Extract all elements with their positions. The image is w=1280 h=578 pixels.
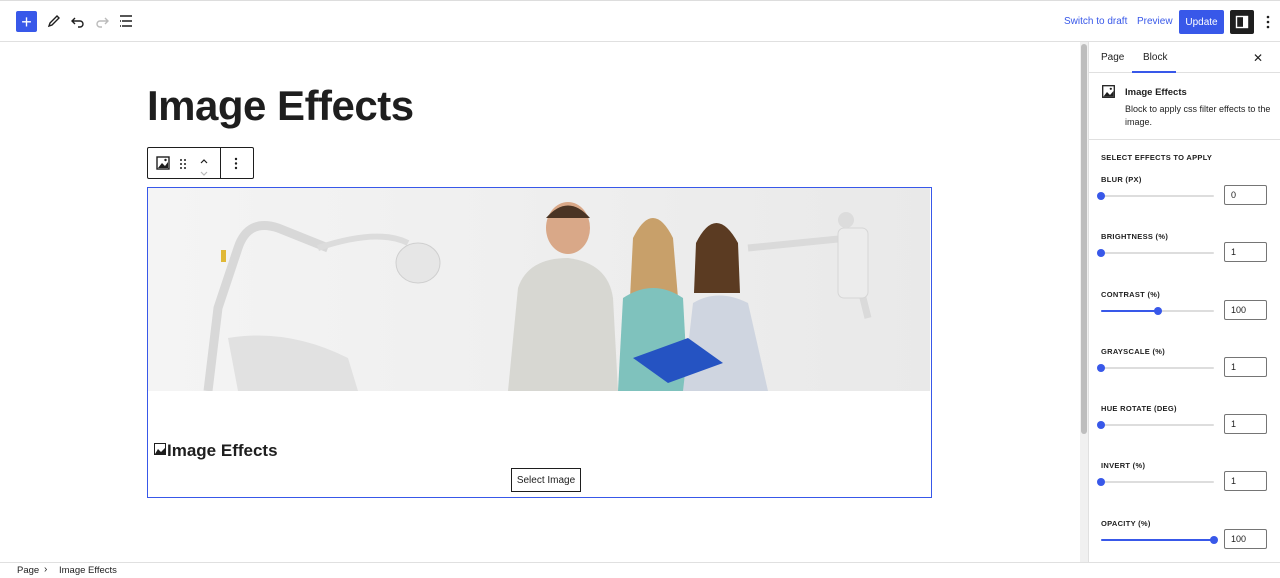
- undo-button[interactable]: [66, 9, 90, 33]
- block-image: [148, 188, 930, 391]
- effects-section-label: SELECT EFFECTS TO APPLY: [1101, 153, 1213, 162]
- chevron-up-icon: [200, 159, 208, 164]
- more-vertical-icon: [1266, 15, 1270, 29]
- settings-toggle-button[interactable]: [1230, 10, 1254, 34]
- drag-handle[interactable]: [179, 157, 187, 175]
- post-title[interactable]: Image Effects: [147, 82, 414, 130]
- hue-rotate-deg-input[interactable]: 1: [1224, 414, 1267, 434]
- grayscale-input[interactable]: 1: [1224, 357, 1267, 377]
- block-card-description: Block to apply css filter effects to the…: [1125, 104, 1271, 127]
- opacity-label: OPACITY (%): [1101, 519, 1151, 528]
- grayscale-label: GRAYSCALE (%): [1101, 347, 1166, 356]
- image-block-icon: [156, 156, 170, 170]
- contrast-input[interactable]: 100: [1224, 300, 1267, 320]
- chevron-down-icon: [200, 171, 208, 176]
- tab-block[interactable]: Block: [1143, 52, 1167, 63]
- opacity-slider[interactable]: [1101, 536, 1218, 544]
- brightness-input[interactable]: 1: [1224, 242, 1267, 262]
- move-down-button[interactable]: [199, 165, 209, 183]
- contrast-label: CONTRAST (%): [1101, 290, 1161, 299]
- redo-button[interactable]: [90, 9, 114, 33]
- settings-sidebar: Page Block ✕ Image Effects Block to appl…: [1088, 42, 1280, 562]
- close-sidebar-button[interactable]: ✕: [1253, 51, 1263, 65]
- hue-rotate-deg-control: HUE ROTATE (DEG) 1: [1097, 404, 1271, 444]
- brightness-label: BRIGHTNESS (%): [1101, 232, 1169, 241]
- brightness-control: BRIGHTNESS (%) 1: [1097, 232, 1271, 272]
- contrast-slider-fill: [1101, 310, 1158, 312]
- close-icon: ✕: [1253, 51, 1264, 65]
- grayscale-control: GRAYSCALE (%) 1: [1097, 347, 1271, 387]
- invert-control: INVERT (%) 1: [1097, 461, 1271, 501]
- canvas-scrollbar-thumb[interactable]: [1081, 44, 1087, 434]
- plus-icon: +: [21, 11, 32, 32]
- opacity-input[interactable]: 100: [1224, 529, 1267, 549]
- image-icon: [154, 443, 166, 455]
- image-effects-block[interactable]: Image Effects Select Image: [147, 187, 932, 498]
- sidebar-icon: [1235, 15, 1249, 29]
- block-breadcrumb-bar: Page › Image Effects: [0, 562, 1280, 578]
- block-heading-text: Image Effects: [167, 441, 278, 460]
- hue-rotate-deg-slider[interactable]: [1097, 421, 1214, 429]
- options-button[interactable]: [1258, 10, 1278, 34]
- tab-page[interactable]: Page: [1101, 52, 1124, 63]
- block-options-button[interactable]: [234, 157, 238, 175]
- invert-label: INVERT (%): [1101, 461, 1146, 470]
- blur-px-input[interactable]: 0: [1224, 185, 1267, 205]
- add-block-button[interactable]: +: [16, 11, 37, 32]
- blur-px-slider-thumb[interactable]: [1097, 192, 1105, 200]
- invert-input[interactable]: 1: [1224, 471, 1267, 491]
- brightness-slider[interactable]: [1097, 249, 1214, 257]
- update-button[interactable]: Update: [1179, 10, 1224, 34]
- drag-handle-icon: [180, 159, 186, 169]
- blur-px-label: BLUR (PX): [1101, 175, 1142, 184]
- opacity-slider-fill: [1101, 539, 1214, 541]
- blur-px-slider[interactable]: [1097, 192, 1214, 200]
- chevron-right-icon: ›: [44, 564, 48, 575]
- breadcrumb-current: Image Effects: [59, 565, 117, 576]
- redo-icon: [96, 17, 109, 28]
- select-image-button[interactable]: Select Image: [511, 468, 581, 492]
- block-card-title: Image Effects: [1125, 87, 1187, 98]
- invert-slider[interactable]: [1097, 478, 1214, 486]
- tools-button[interactable]: [42, 9, 66, 33]
- document-overview-button[interactable]: [114, 9, 138, 33]
- switch-to-draft-button[interactable]: Switch to draft: [1064, 16, 1127, 27]
- hue-rotate-deg-label: HUE ROTATE (DEG): [1101, 404, 1177, 413]
- contrast-slider-thumb[interactable]: [1153, 307, 1162, 315]
- sidebar-tabs: Page Block ✕: [1089, 42, 1280, 73]
- image-block-icon: [1102, 85, 1115, 98]
- invert-slider-thumb[interactable]: [1097, 478, 1105, 486]
- block-heading: Image Effects: [154, 441, 278, 461]
- grayscale-slider-thumb[interactable]: [1097, 364, 1105, 372]
- block-card: Image Effects Block to apply css filter …: [1089, 73, 1280, 140]
- opacity-slider-thumb[interactable]: [1210, 536, 1218, 544]
- brightness-slider-thumb[interactable]: [1097, 249, 1105, 257]
- list-view-icon: [120, 15, 132, 27]
- editor-header: + Switch to draft Preview Update: [0, 0, 1280, 42]
- opacity-control: OPACITY (%) 100: [1101, 519, 1271, 559]
- clinic-photo: [148, 188, 930, 391]
- editor-canvas: Image Effects Image Effects Select Image: [0, 42, 1080, 562]
- breadcrumb-page[interactable]: Page: [17, 565, 39, 576]
- grayscale-slider[interactable]: [1097, 364, 1214, 372]
- pencil-icon: [47, 15, 60, 28]
- contrast-control: CONTRAST (%) 100: [1101, 290, 1271, 330]
- more-vertical-icon: [234, 157, 238, 170]
- undo-icon: [71, 17, 84, 28]
- contrast-slider[interactable]: [1101, 307, 1214, 315]
- block-type-button[interactable]: [156, 156, 170, 175]
- hue-rotate-deg-slider-thumb[interactable]: [1097, 421, 1105, 429]
- preview-button[interactable]: Preview: [1137, 16, 1173, 27]
- toolbar-divider: [220, 148, 221, 178]
- blur-px-control: BLUR (PX) 0: [1097, 175, 1271, 215]
- block-toolbar: [147, 147, 254, 179]
